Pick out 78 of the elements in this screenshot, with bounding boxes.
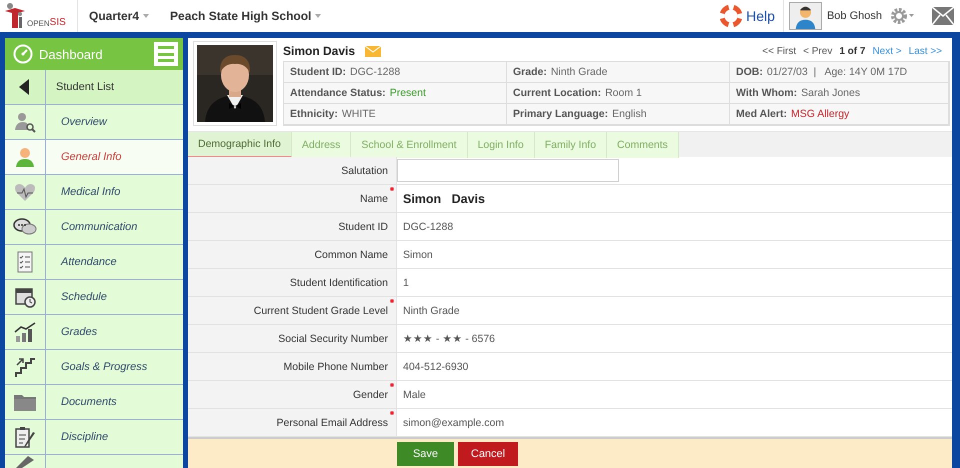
user-avatar-icon xyxy=(788,2,822,30)
sidebar-item[interactable]: Goals & Progress xyxy=(5,350,183,385)
field-value: 1 xyxy=(403,276,409,288)
info-value: Present xyxy=(390,87,426,99)
field-label: Mobile Phone Number xyxy=(284,360,388,372)
sidebar-item[interactable]: Overview xyxy=(5,105,183,140)
sidebar-item[interactable]: Grades xyxy=(5,315,183,350)
info-label: Primary Language: xyxy=(513,108,608,120)
sidebar-item[interactable]: Attendance xyxy=(5,245,183,280)
sidebar-item[interactable]: Communication xyxy=(5,210,183,245)
sidebar-item[interactable]: Discipline xyxy=(5,420,183,455)
sidebar-title: Dashboard xyxy=(39,46,104,62)
menu-dropdown[interactable]: Quarter4 xyxy=(89,9,160,23)
field-label: Current Student Grade Level xyxy=(254,304,388,316)
field-value: simon@example.com xyxy=(403,416,504,428)
user-search-icon xyxy=(13,110,37,134)
field-value: Simon Davis xyxy=(403,192,485,206)
sidebar-item[interactable]: General Info xyxy=(5,140,183,175)
info-value: Room 1 xyxy=(605,87,642,99)
clipboard-pencil-icon xyxy=(13,425,37,449)
field-label: Social Security Number xyxy=(278,332,388,344)
field-value: Simon xyxy=(403,248,433,260)
caret-icon xyxy=(315,14,322,18)
field-value: ★★★ - ★★ - 6576 xyxy=(403,332,496,345)
sidebar-item[interactable]: Schedule xyxy=(5,280,183,315)
cancel-button[interactable]: Cancel xyxy=(458,442,518,466)
field-label: Gender xyxy=(352,388,388,400)
info-label: Student ID: xyxy=(290,66,346,78)
stairs-icon xyxy=(13,355,37,379)
info-label: Current Location: xyxy=(513,87,602,99)
mail-icon xyxy=(932,7,954,25)
user-icon xyxy=(13,145,37,169)
student-name: Simon Davis xyxy=(283,44,356,58)
info-value: English xyxy=(612,108,647,120)
caret-icon xyxy=(143,14,150,18)
page-position: 1 of 7 xyxy=(839,46,866,56)
tab[interactable]: Demographic Info xyxy=(188,132,292,158)
bar-chart-icon xyxy=(13,320,37,344)
logo-text: OPENSIS xyxy=(27,17,66,28)
settings-icon xyxy=(890,7,916,25)
gauge-icon xyxy=(13,44,33,64)
info-value: WHITE xyxy=(342,108,376,120)
envelope-icon xyxy=(365,46,382,56)
save-button[interactable]: Save xyxy=(397,442,454,466)
input-field[interactable] xyxy=(397,159,619,182)
field-value: 404-512-6930 xyxy=(403,360,468,372)
info-label: Attendance Status: xyxy=(290,87,386,99)
help-link[interactable]: Help xyxy=(720,5,775,27)
info-value: Sarah Jones xyxy=(801,87,860,99)
lifebuoy-icon xyxy=(720,5,742,27)
field-label: Student Identification xyxy=(290,276,388,288)
info-label: DOB: xyxy=(736,66,763,78)
field-label: Name xyxy=(360,192,388,204)
field-label: Personal Email Address xyxy=(276,416,388,428)
field-label: Salutation xyxy=(341,164,388,176)
user-name[interactable]: Bob Ghosh xyxy=(826,10,882,22)
sidebar-item[interactable] xyxy=(5,455,183,468)
info-value: 01/27/03 | Age: 14Y 0M 17D xyxy=(766,66,908,78)
field-value: DGC-1288 xyxy=(403,220,454,232)
pager-link[interactable]: Last >> xyxy=(908,46,942,56)
sidebar-item[interactable]: Documents xyxy=(5,385,183,420)
pager-link[interactable]: Next > xyxy=(872,46,902,56)
info-label: Grade: xyxy=(513,66,547,78)
field-label: Student ID xyxy=(338,220,388,232)
back-nav-item[interactable]: Student List xyxy=(5,70,183,105)
field-label: Common Name xyxy=(314,248,388,260)
menu-dropdown[interactable]: Peach State High School xyxy=(170,9,332,23)
sidebar-item[interactable]: Medical Info xyxy=(5,175,183,210)
menu-button[interactable] xyxy=(154,42,178,66)
field-value: Ninth Grade xyxy=(403,304,460,316)
logo-icon xyxy=(4,2,26,28)
info-label: Ethnicity: xyxy=(290,108,338,120)
info-label: Med Alert: xyxy=(736,108,787,120)
info-value: MSG Allergy xyxy=(790,108,850,120)
field-value: Male xyxy=(403,388,426,400)
info-value: DGC-1288 xyxy=(350,66,400,78)
info-label: With Whom: xyxy=(736,87,798,99)
info-value: Ninth Grade xyxy=(550,66,608,78)
